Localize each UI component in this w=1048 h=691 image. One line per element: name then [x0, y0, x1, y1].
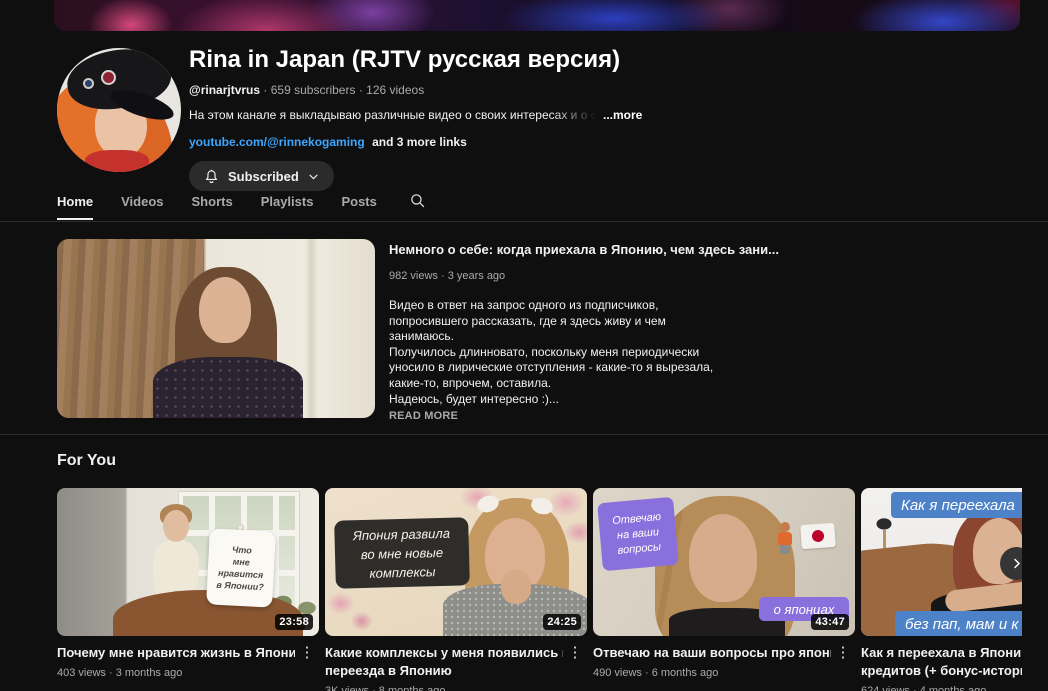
video-meta: 3K views · 8 months ago — [325, 685, 446, 691]
featured-video-description: Видео в ответ на запрос одного из подпис… — [389, 298, 714, 406]
video-menu-icon[interactable]: ⋮ — [831, 644, 855, 662]
video-title[interactable]: Как я переехала в Японию без п кредитов … — [861, 644, 1022, 680]
thumb-person-hand — [501, 570, 531, 604]
channel-title: Rina in Japan (RJTV русская версия) — [189, 46, 621, 73]
duration-badge: 24:25 — [543, 614, 581, 630]
thumb-person-top — [153, 357, 303, 418]
thumb-overlay-text: Отвечаю на ваши вопросы — [597, 496, 679, 572]
dot-separator: · — [358, 83, 363, 97]
video-title[interactable]: Какие комплексы у меня появились после п… — [325, 644, 563, 680]
channel-header: Rina in Japan (RJTV русская версия) @rin… — [189, 44, 889, 191]
bell-icon — [203, 168, 220, 185]
video-thumbnail[interactable]: Отвечаю на ваши вопросы о японцах 43:47 — [593, 488, 855, 636]
avatar-shirt — [85, 150, 149, 172]
thumb-person-face — [689, 514, 757, 602]
japan-flag-emoji — [800, 522, 836, 550]
tabs-divider — [0, 221, 1048, 222]
channel-description-row: На этом канале я выкладываю различные ви… — [189, 108, 889, 122]
avatar-cap-pin — [101, 70, 116, 85]
channel-handle: @rinarjtvrus — [189, 83, 261, 97]
for-you-row: Что мне нравится в Японии? 23:58 Почему … — [57, 488, 1022, 691]
section-divider — [0, 434, 1048, 435]
channel-tabs: Home Videos Shorts Playlists Posts — [57, 191, 426, 221]
video-card: Япония развила во мне новые комплексы 24… — [325, 488, 587, 691]
video-meta: 624 views · 4 months ago — [861, 685, 987, 691]
tab-playlists[interactable]: Playlists — [261, 194, 314, 218]
description-more-button[interactable]: ...more — [603, 108, 642, 122]
for-you-heading: For You — [57, 452, 116, 469]
channel-avatar[interactable] — [57, 48, 181, 172]
read-more-button[interactable]: READ MORE — [389, 410, 859, 422]
subscribed-label: Subscribed — [228, 168, 299, 184]
search-icon[interactable] — [409, 192, 426, 221]
tab-shorts[interactable]: Shorts — [192, 194, 233, 218]
more-links-button[interactable]: and 3 more links — [372, 135, 467, 149]
channel-links-row: youtube.com/@rinnekogaming and 3 more li… — [189, 135, 889, 149]
video-card: Как я переехала без пап, мам и к Как я п… — [861, 488, 1022, 691]
subscribed-button[interactable]: Subscribed — [189, 161, 334, 191]
duration-badge: 43:47 — [811, 614, 849, 630]
video-card: Отвечаю на ваши вопросы о японцах 43:47 … — [593, 488, 855, 679]
thumb-person-face — [163, 510, 189, 542]
thumb-overlay-text-2: без пап, мам и к — [895, 611, 1022, 636]
subscriber-count: 659 subscribers — [270, 83, 356, 97]
channel-stats: @rinarjtvrus · 659 subscribers · 126 vid… — [189, 83, 889, 97]
featured-video-info: Немного о себе: когда приехала в Японию,… — [389, 241, 859, 422]
thumb-overlay-text: Япония развила во мне новые комплексы — [334, 517, 470, 589]
thumb-overlay-text: Что мне нравится в Японии? — [206, 528, 276, 608]
tab-videos[interactable]: Videos — [121, 194, 163, 218]
channel-description: На этом канале я выкладываю различные ви… — [189, 108, 601, 122]
video-thumbnail[interactable]: Япония развила во мне новые комплексы 24… — [325, 488, 587, 636]
video-thumbnail[interactable]: Как я переехала без пап, мам и к — [861, 488, 1022, 636]
channel-banner — [54, 0, 1020, 31]
video-menu-icon[interactable]: ⋮ — [563, 644, 587, 680]
channel-primary-link[interactable]: youtube.com/@rinnekogaming — [189, 135, 365, 149]
duration-badge: 23:58 — [275, 614, 313, 630]
chevron-down-icon — [307, 170, 320, 183]
video-count: 126 videos — [366, 83, 425, 97]
tab-posts[interactable]: Posts — [341, 194, 376, 218]
thumb-person-face — [199, 277, 251, 343]
video-title[interactable]: Отвечаю на ваши вопросы про японцев — [593, 644, 831, 662]
person-emoji — [777, 522, 793, 554]
video-meta: 403 views · 3 months ago — [57, 667, 183, 679]
video-card: Что мне нравится в Японии? 23:58 Почему … — [57, 488, 319, 679]
tab-home[interactable]: Home — [57, 194, 94, 220]
featured-video-meta: 982 views · 3 years ago — [389, 270, 506, 282]
video-menu-icon[interactable]: ⋮ — [295, 644, 319, 662]
video-title[interactable]: Почему мне нравится жизнь в Японии? — [57, 644, 295, 662]
featured-video-thumbnail[interactable] — [57, 239, 375, 418]
video-thumbnail[interactable]: Что мне нравится в Японии? 23:58 — [57, 488, 319, 636]
featured-video-title[interactable]: Немного о себе: когда приехала в Японию,… — [389, 241, 859, 258]
thumb-overlay-text: Как я переехала — [891, 492, 1022, 518]
dot-separator: · — [263, 83, 268, 97]
video-meta: 490 views · 6 months ago — [593, 667, 719, 679]
avatar-cap-pin — [83, 78, 94, 89]
